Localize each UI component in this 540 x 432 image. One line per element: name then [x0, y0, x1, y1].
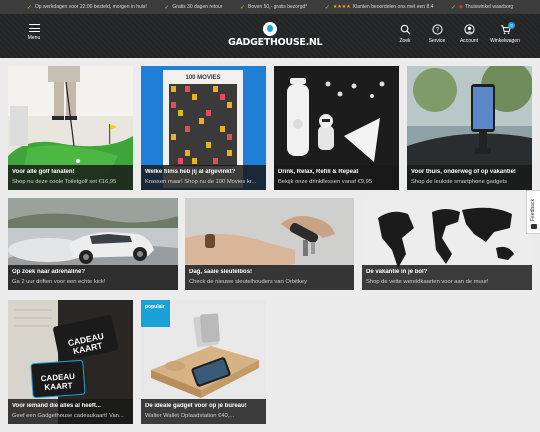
tile-subtitle: Geef een Gadgethouse cadeaukaart! Van... — [12, 413, 124, 419]
help-circle-icon: ? — [431, 24, 443, 35]
usp-bar: ✓ Op werkdagen voor 22:00 besteld, morgen… — [0, 0, 540, 14]
search-icon — [400, 24, 411, 35]
rating-stars-icon: ★★★★ — [332, 4, 351, 10]
account-label: Account — [459, 38, 479, 44]
feedback-label: Feedback — [530, 199, 536, 221]
tile-subtitle: Shop nu deze coole Toiletgolf set €16,95 — [12, 179, 117, 185]
tile-caption: Dag, saaie sleutelbos! Check de nieuwe s… — [185, 265, 354, 290]
tile-title: Dag, saaie sleutelbos! — [189, 269, 253, 275]
promo-tile-charging-station[interactable]: populair De ideale gadget voor op je bur… — [141, 300, 266, 424]
tile-caption: Voor iemand die alles al heeft... Geef e… — [8, 399, 133, 424]
tile-title: De ideale gadget voor op je bureau! — [145, 403, 247, 409]
usp-text: Gratis 30 dagen retour — [172, 4, 223, 10]
check-icon: ✓ — [26, 4, 32, 11]
site-header: Menu GADGETHOUSE.NL Zoek ? Service Accou… — [0, 14, 540, 58]
usp-text: Op werkdagen voor 22:00 besteld, morgen … — [34, 4, 147, 10]
cart-count-badge: 0 — [508, 22, 515, 29]
service-button[interactable]: ? Service — [426, 24, 448, 44]
tile-caption: Op zoek naar adrenaline? Ga 2 uur drifte… — [8, 265, 178, 290]
service-label: Service — [428, 38, 446, 44]
promo-tile-worldmap[interactable]: De vakantie in je bol? Shop de vette wer… — [362, 198, 532, 290]
site-logo[interactable]: GADGETHOUSE.NL — [228, 22, 323, 52]
tile-caption: Voor thuis, onderweg of op vakantie! Sho… — [407, 165, 532, 190]
tile-subtitle: Bekijk onze drinkflessen vanaf €9,95 — [278, 179, 373, 185]
promo-tile-phone[interactable]: Voor thuis, onderweg of op vakantie! Sho… — [407, 66, 532, 190]
feedback-tab[interactable]: Feedback — [526, 190, 540, 234]
usp-text: Klanten beoordelen ons met een 8.4 — [352, 4, 434, 10]
popular-badge: populair — [141, 300, 170, 327]
check-icon: ✓ — [240, 4, 246, 11]
check-icon: ✓ — [164, 4, 170, 11]
logo-text: GADGETHOUSE.NL — [228, 37, 323, 48]
tile-subtitle: Ga 2 uur driften voor een echte kick! — [12, 279, 106, 285]
usp-text: Thuiswinkel waarborg — [464, 4, 514, 10]
usp-item[interactable]: ✓ ★★★★ Klanten beoordelen ons met een 8.4 — [325, 4, 434, 11]
search-label: Zoek — [399, 38, 411, 44]
svg-text:?: ? — [435, 27, 439, 34]
promo-tile-keyholder[interactable]: Dag, saaie sleutelbos! Check de nieuwe s… — [185, 198, 354, 290]
tile-title: Welke films heb jij al afgevinkt? — [145, 169, 236, 175]
cart-button[interactable]: 0 Winkelwagen — [490, 22, 520, 44]
menu-button[interactable]: Menu — [24, 24, 44, 41]
header-actions: Zoek ? Service Account 0 Winkelwagen — [394, 22, 520, 44]
promo-tile-golf[interactable]: Voor alle golf fanaten! Shop nu deze coo… — [8, 66, 133, 190]
tile-title: Voor alle golf fanaten! — [12, 169, 75, 175]
usp-item[interactable]: ✓ ◆ Thuiswinkel waarborg — [451, 4, 513, 11]
check-icon: ✓ — [324, 4, 330, 11]
tile-caption: De vakantie in je bol? Shop de vette wer… — [362, 265, 532, 290]
menu-label: Menu — [27, 35, 41, 41]
tile-subtitle: Check de nieuwe sleutelhouders van Orbit… — [189, 279, 307, 285]
cart-label: Winkelwagen — [490, 38, 520, 44]
tile-title: Voor thuis, onderweg of op vakantie! — [411, 169, 516, 175]
tile-subtitle: Krassen maar! Shop nu de 100 Movies kr..… — [145, 179, 257, 185]
search-button[interactable]: Zoek — [394, 24, 416, 44]
feedback-icon — [531, 224, 537, 229]
tile-subtitle: Shop de vette wereldkaarten voor aan de … — [366, 279, 489, 285]
tile-title: De vakantie in je bol? — [366, 269, 428, 275]
thuiswinkel-logo-icon: ◆ — [459, 4, 463, 10]
promo-tile-bottles[interactable]: Drink, Relax, Refill & Repeat Bekijk onz… — [274, 66, 399, 190]
account-button[interactable]: Account — [458, 24, 480, 44]
usp-item: ✓ Gratis 30 dagen retour — [164, 4, 222, 11]
logo-mark-icon — [263, 22, 277, 36]
usp-text: Boven 50,- gratis bezorgd* — [248, 4, 308, 10]
tile-caption: De ideale gadget voor op je bureau! Walt… — [141, 399, 266, 424]
tile-title: Voor iemand die alles al heeft... — [12, 403, 101, 409]
tile-subtitle: Shop de leukste smartphone gadgets — [411, 179, 508, 185]
tile-title: Drink, Relax, Refill & Repeat — [278, 169, 359, 175]
promo-tile-giftcard[interactable]: CADEAU KAART CADEAU KAART Voor iemand di… — [8, 300, 133, 424]
usp-item: ✓ Op werkdagen voor 22:00 besteld, morgen… — [27, 4, 147, 11]
hamburger-icon — [28, 24, 40, 32]
tile-subtitle: Walter Wallet Oplaadstation €40,... — [145, 413, 235, 419]
poster-title: 100 MOVIES — [185, 75, 220, 81]
tile-caption: Voor alle golf fanaten! Shop nu deze coo… — [8, 165, 133, 190]
promo-tile-drift[interactable]: Op zoek naar adrenaline? Ga 2 uur drifte… — [8, 198, 178, 290]
promo-tile-movies[interactable]: 100 MOVIES Welke films heb jij al afgevi… — [141, 66, 266, 190]
tile-title: Op zoek naar adrenaline? — [12, 269, 86, 275]
tile-caption: Drink, Relax, Refill & Repeat Bekijk onz… — [274, 165, 399, 190]
check-icon: ✓ — [450, 4, 456, 11]
user-icon — [463, 24, 475, 35]
tile-caption: Welke films heb jij al afgevinkt? Krasse… — [141, 165, 266, 190]
usp-item: ✓ Boven 50,- gratis bezorgd* — [240, 4, 307, 11]
